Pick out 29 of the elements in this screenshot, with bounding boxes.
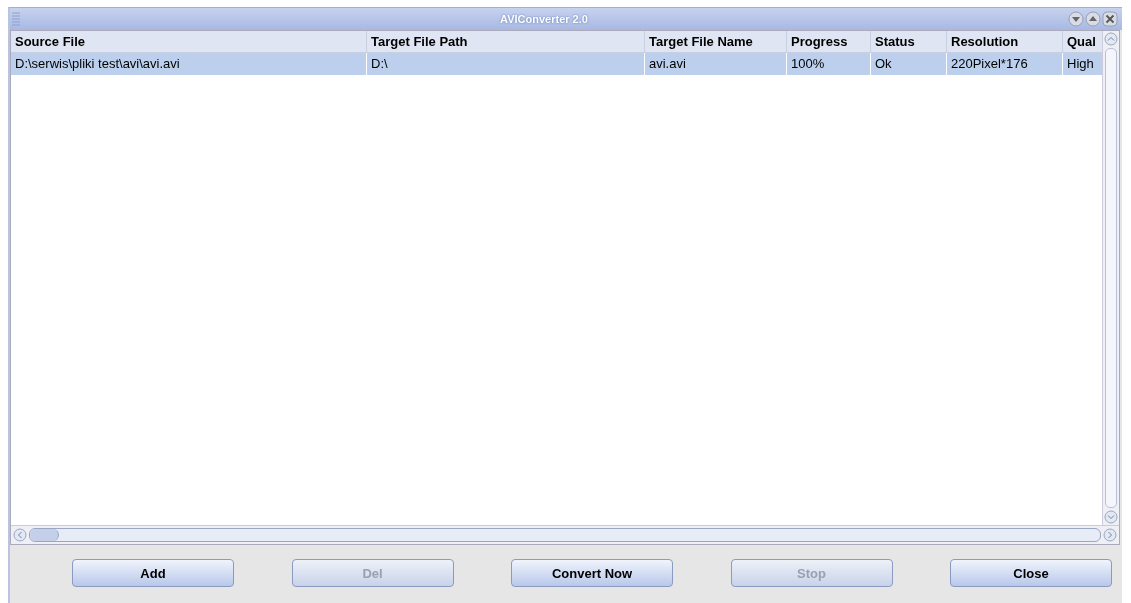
table-cell: avi.avi: [645, 53, 787, 75]
action-button[interactable]: Add: [72, 559, 234, 587]
action-button[interactable]: Convert Now: [511, 559, 673, 587]
maximize-icon[interactable]: [1085, 11, 1101, 27]
column-header[interactable]: Target File Path: [367, 31, 645, 53]
column-header[interactable]: Progress: [787, 31, 871, 53]
table-cell: High: [1063, 53, 1102, 75]
table-cell: D:\serwis\pliki test\avi\avi.avi: [11, 53, 367, 75]
table-cell: 220Pixel*176: [947, 53, 1063, 75]
horizontal-scrollbar[interactable]: [11, 525, 1119, 544]
table-cell: D:\: [367, 53, 645, 75]
grip-icon: [12, 11, 20, 27]
scroll-right-icon[interactable]: [1103, 528, 1117, 542]
column-header[interactable]: Source File: [11, 31, 367, 53]
column-header[interactable]: Status: [871, 31, 947, 53]
scroll-thumb[interactable]: [30, 529, 59, 541]
column-header[interactable]: Target File Name: [645, 31, 787, 53]
table-cell: 100%: [787, 53, 871, 75]
column-header[interactable]: Qual: [1063, 31, 1102, 53]
minimize-icon[interactable]: [1068, 11, 1084, 27]
column-header[interactable]: Resolution: [947, 31, 1063, 53]
scroll-up-icon[interactable]: [1104, 32, 1118, 46]
action-button[interactable]: Close: [950, 559, 1112, 587]
table-cell: Ok: [871, 53, 947, 75]
scroll-left-icon[interactable]: [13, 528, 27, 542]
scroll-down-icon[interactable]: [1104, 510, 1118, 524]
vertical-scrollbar[interactable]: [1102, 31, 1119, 525]
close-icon[interactable]: [1102, 11, 1118, 27]
window-title: AVIConverter 2.0: [499, 13, 589, 25]
